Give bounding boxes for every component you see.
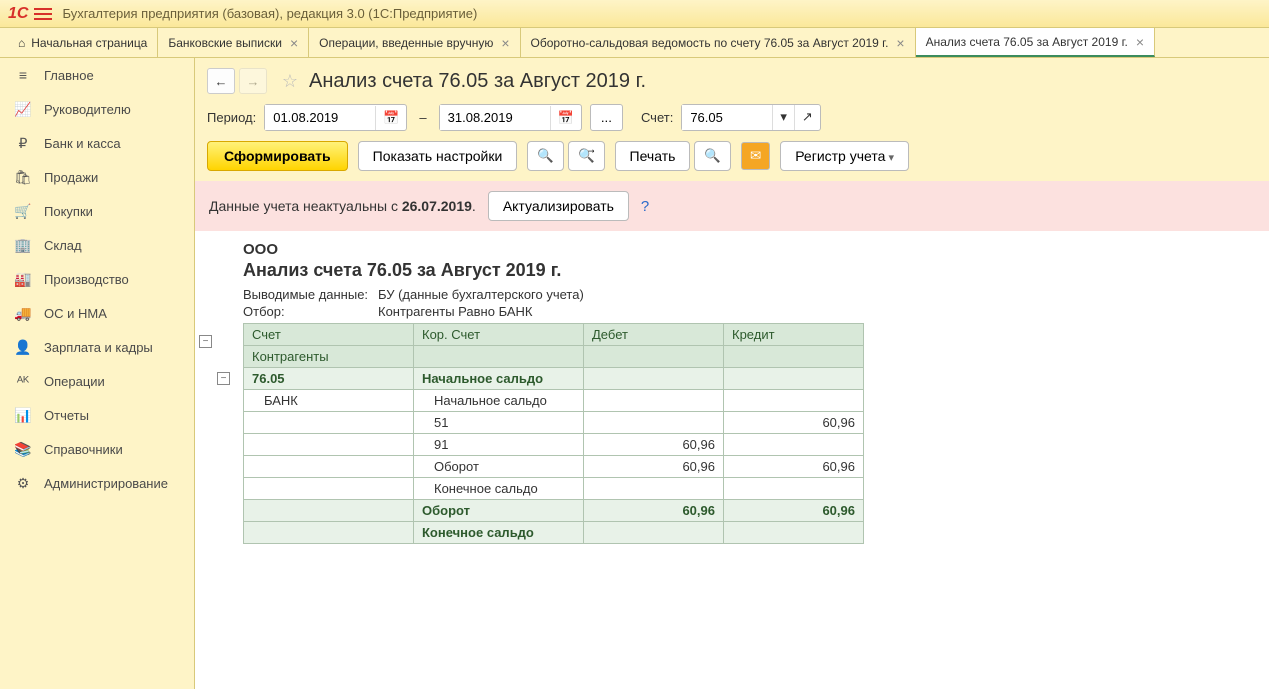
date-to-input[interactable]	[440, 105, 550, 130]
help-icon[interactable]: ?	[641, 198, 649, 215]
tab-balance-sheet[interactable]: Оборотно-сальдовая ведомость по счету 76…	[521, 28, 916, 57]
logo-1c: 1C	[8, 5, 28, 23]
sidebar-item-assets[interactable]: 🚚ОС и НМА	[0, 296, 194, 330]
calendar-icon[interactable]: 📅	[550, 106, 581, 130]
title-bar: 1C Бухгалтерия предприятия (базовая), ре…	[0, 0, 1269, 28]
report-meta: Выводимые данные:БУ (данные бухгалтерско…	[243, 287, 864, 302]
date-to-field[interactable]: 📅	[439, 104, 582, 131]
tab-home[interactable]: ⌂ Начальная страница	[4, 28, 158, 57]
date-from-input[interactable]	[265, 105, 375, 130]
envelope-icon: ✉	[750, 148, 761, 163]
doc-search-icon: 🔍	[704, 148, 721, 163]
sidebar-item-reports[interactable]: 📊Отчеты	[0, 398, 194, 432]
account-input[interactable]	[682, 105, 772, 130]
sidebar-item-manager[interactable]: 📈Руководителю	[0, 92, 194, 126]
print-preview-button[interactable]: 🔍	[694, 141, 731, 171]
search-arrow-icon: 🔍⃗	[578, 148, 595, 163]
forward-button[interactable]: →	[239, 68, 267, 94]
bars-icon: 📊	[14, 406, 32, 424]
report-company: ООО	[243, 241, 864, 258]
tab-bank-statements[interactable]: Банковские выписки ×	[158, 28, 309, 57]
tabs-bar: ⌂ Начальная страница Банковские выписки …	[0, 28, 1269, 58]
period-label: Период:	[207, 110, 256, 125]
tree-toggle[interactable]: −	[217, 372, 230, 385]
generate-button[interactable]: Сформировать	[207, 141, 348, 171]
search-button[interactable]: 🔍	[527, 141, 564, 171]
sidebar: ≡Главное 📈Руководителю ₽Банк и касса 🛍Пр…	[0, 58, 195, 689]
report-meta: Отбор:Контрагенты Равно БАНК	[243, 304, 864, 319]
menu-icon[interactable]	[34, 5, 52, 23]
date-from-field[interactable]: 📅	[264, 104, 407, 131]
print-button[interactable]: Печать	[615, 141, 691, 171]
close-icon[interactable]: ×	[1136, 34, 1144, 50]
books-icon: 📚	[14, 440, 32, 458]
tree-toggle[interactable]: −	[199, 335, 212, 348]
gear-icon: ⚙	[14, 474, 32, 492]
sidebar-item-bank[interactable]: ₽Банк и касса	[0, 126, 194, 160]
col-debit: Дебет	[584, 324, 724, 346]
register-button[interactable]: Регистр учета	[780, 141, 909, 171]
alert-text: Данные учета неактуальны с 26.07.2019.	[209, 198, 476, 214]
sidebar-item-catalogs[interactable]: 📚Справочники	[0, 432, 194, 466]
sidebar-item-main[interactable]: ≡Главное	[0, 58, 194, 92]
star-icon[interactable]: ☆	[277, 68, 303, 94]
account-label: Счет:	[641, 110, 673, 125]
email-button[interactable]: ✉	[741, 142, 770, 170]
search-next-button[interactable]: 🔍⃗	[568, 141, 605, 171]
sidebar-item-purchases[interactable]: 🛒Покупки	[0, 194, 194, 228]
period-picker-button[interactable]: ...	[590, 104, 623, 131]
menu-icon: ≡	[14, 66, 32, 84]
sidebar-item-operations[interactable]: ᴬᴷОперации	[0, 364, 194, 398]
sidebar-item-hr[interactable]: 👤Зарплата и кадры	[0, 330, 194, 364]
bag-icon: 🛍	[14, 168, 32, 186]
sidebar-item-admin[interactable]: ⚙Администрирование	[0, 466, 194, 500]
person-icon: 👤	[14, 338, 32, 356]
chart-icon: 📈	[14, 100, 32, 118]
report-title: Анализ счета 76.05 за Август 2019 г.	[243, 260, 864, 281]
sidebar-item-sales[interactable]: 🛍Продажи	[0, 160, 194, 194]
tree-column: − −	[195, 241, 243, 544]
account-field[interactable]: ▾ ↗	[681, 104, 820, 131]
operations-icon: ᴬᴷ	[14, 372, 32, 390]
home-icon: ⌂	[18, 36, 25, 50]
truck-icon: 🚚	[14, 304, 32, 322]
chevron-down-icon[interactable]: ▾	[772, 105, 794, 130]
col-credit: Кредит	[724, 324, 864, 346]
close-icon[interactable]: ×	[501, 35, 509, 51]
close-icon[interactable]: ×	[290, 35, 298, 51]
tab-account-analysis[interactable]: Анализ счета 76.05 за Август 2019 г. ×	[916, 28, 1155, 57]
col-account: Счет	[244, 324, 414, 346]
cart-icon: 🛒	[14, 202, 32, 220]
search-icon: 🔍	[537, 148, 554, 163]
open-icon[interactable]: ↗	[794, 105, 820, 130]
factory-icon: 🏭	[14, 270, 32, 288]
tab-manual-operations[interactable]: Операции, введенные вручную ×	[309, 28, 520, 57]
back-button[interactable]: ←	[207, 68, 235, 94]
close-icon[interactable]: ×	[896, 35, 904, 51]
sidebar-item-warehouse[interactable]: 🏢Склад	[0, 228, 194, 262]
ruble-icon: ₽	[14, 134, 32, 152]
alert-bar: Данные учета неактуальны с 26.07.2019. А…	[195, 181, 1269, 231]
page-title: Анализ счета 76.05 за Август 2019 г.	[309, 70, 646, 93]
sidebar-item-production[interactable]: 🏭Производство	[0, 262, 194, 296]
actualize-button[interactable]: Актуализировать	[488, 191, 629, 221]
building-icon: 🏢	[14, 236, 32, 254]
content-area: ← → ☆ Анализ счета 76.05 за Август 2019 …	[195, 58, 1269, 689]
report-table: Счет Кор. Счет Дебет Кредит Контрагенты …	[243, 323, 864, 544]
col-coracct: Кор. Счет	[414, 324, 584, 346]
calendar-icon[interactable]: 📅	[375, 106, 406, 130]
show-settings-button[interactable]: Показать настройки	[358, 141, 518, 171]
app-title: Бухгалтерия предприятия (базовая), редак…	[62, 6, 477, 21]
